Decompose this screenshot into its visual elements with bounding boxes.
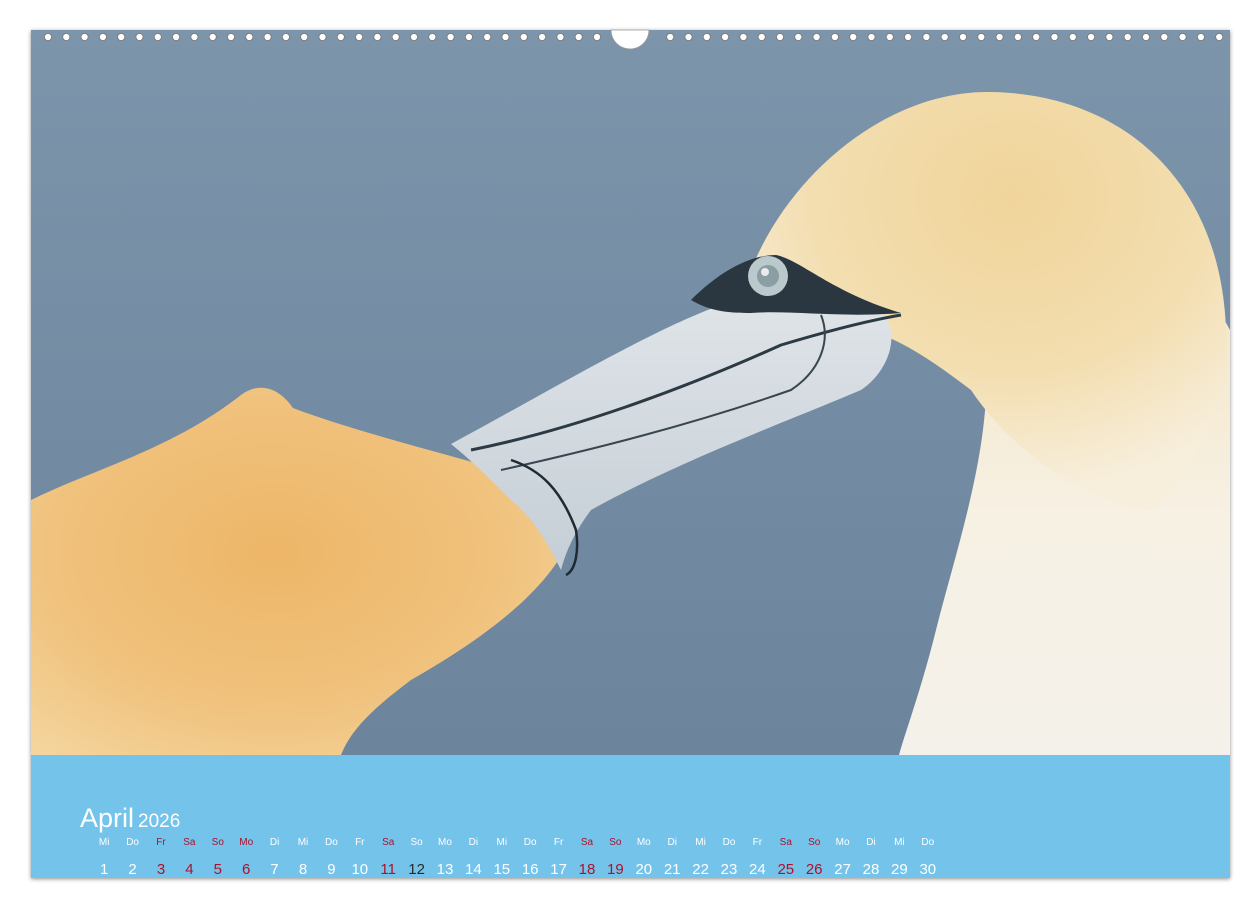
weekday-label: Di — [857, 837, 885, 849]
day-number: 23 — [715, 861, 743, 878]
weekday-label: Mo — [630, 837, 658, 849]
day-cell: Do 16 — [516, 837, 544, 878]
day-cell: Mi 15 — [488, 837, 516, 878]
weekday-label: Sa — [573, 837, 601, 849]
day-cell: Fr 24 — [743, 837, 771, 878]
day-cell: Mo 27 — [828, 837, 856, 878]
weekday-label: Di — [658, 837, 686, 849]
weekday-label: Fr — [544, 837, 572, 849]
day-number: 30 — [914, 861, 942, 878]
day-cell: Mi 22 — [686, 837, 714, 878]
day-number: 29 — [885, 861, 913, 878]
day-cell: So 19 — [601, 837, 629, 878]
day-cell: Di 14 — [459, 837, 487, 878]
calendar-page: April2026 Mi1Do2Fr3Sa4So5Mo6Di7Mi8Do9Fr1… — [0, 0, 1260, 908]
day-cell: Do 2 — [118, 837, 146, 878]
day-cell: Mo 6 — [232, 837, 260, 878]
weekday-label: So — [204, 837, 232, 849]
calendar-sheet: April2026 Mi1Do2Fr3Sa4So5Mo6Di7Mi8Do9Fr1… — [31, 30, 1230, 878]
day-cell: Fr 17 — [544, 837, 572, 878]
day-cell: Sa 25 — [772, 837, 800, 878]
weekday-label: Do — [516, 837, 544, 849]
weekday-label: Do — [914, 837, 942, 849]
day-number: 12 — [402, 861, 430, 878]
weekday-label: Mi — [289, 837, 317, 849]
day-cell: Mi 29 — [885, 837, 913, 878]
weekday-label: Mo — [431, 837, 459, 849]
weekday-label: Fr — [147, 837, 175, 849]
day-number: 13 — [431, 861, 459, 878]
day-number: 10 — [346, 861, 374, 878]
weekday-label: Do — [317, 837, 345, 849]
weekday-label: Sa — [374, 837, 402, 849]
day-number: 7 — [260, 861, 288, 878]
month-name: April — [80, 803, 134, 833]
day-number: 16 — [516, 861, 544, 878]
calendar-bar: April2026 Mi1Do2Fr3Sa4So5Mo6Di7Mi8Do9Fr1… — [31, 755, 1230, 878]
weekday-label: Fr — [743, 837, 771, 849]
weekday-label: Mi — [885, 837, 913, 849]
day-cell: So 5 — [204, 837, 232, 878]
day-number: 15 — [488, 861, 516, 878]
day-cell: Fr 3 — [147, 837, 175, 878]
day-cell: Sa 11 — [374, 837, 402, 878]
weekday-label: Do — [118, 837, 146, 849]
day-number: 20 — [630, 861, 658, 878]
day-cell: Di 7 — [260, 837, 288, 878]
day-cell: Sa 4 — [175, 837, 203, 878]
weekday-label: Di — [459, 837, 487, 849]
weekday-label: Sa — [175, 837, 203, 849]
day-number: 11 — [374, 861, 402, 878]
weekday-label: So — [800, 837, 828, 849]
weekday-label: So — [402, 837, 430, 849]
day-number: 28 — [857, 861, 885, 878]
day-number: 3 — [147, 861, 175, 878]
day-number: 18 — [573, 861, 601, 878]
day-cell: So 26 — [800, 837, 828, 878]
weekday-label: Mo — [232, 837, 260, 849]
day-number: 2 — [118, 861, 146, 878]
gannet-photo — [31, 30, 1230, 755]
weekday-label: Do — [715, 837, 743, 849]
day-number: 9 — [317, 861, 345, 878]
day-cell: Mo 20 — [630, 837, 658, 878]
day-number: 14 — [459, 861, 487, 878]
month-heading: April2026 — [80, 803, 180, 834]
weekday-label: Mo — [828, 837, 856, 849]
weekday-label: Mi — [488, 837, 516, 849]
year: 2026 — [138, 811, 180, 832]
day-number: 6 — [232, 861, 260, 878]
day-cell: So 12 — [402, 837, 430, 878]
weekday-label: So — [601, 837, 629, 849]
day-cell: Di 28 — [857, 837, 885, 878]
weekday-label: Mi — [686, 837, 714, 849]
day-number: 24 — [743, 861, 771, 878]
day-cell: Fr 10 — [346, 837, 374, 878]
day-cell: Do 9 — [317, 837, 345, 878]
day-cell: Di 21 — [658, 837, 686, 878]
day-number: 22 — [686, 861, 714, 878]
day-number: 19 — [601, 861, 629, 878]
day-number: 1 — [90, 861, 118, 878]
weekday-label: Fr — [346, 837, 374, 849]
day-number: 21 — [658, 861, 686, 878]
day-cell: Do 30 — [914, 837, 942, 878]
day-number: 25 — [772, 861, 800, 878]
day-cell: Do 23 — [715, 837, 743, 878]
day-number: 4 — [175, 861, 203, 878]
day-cell: Mi 1 — [90, 837, 118, 878]
day-number: 5 — [204, 861, 232, 878]
day-cell: Sa 18 — [573, 837, 601, 878]
weekday-label: Sa — [772, 837, 800, 849]
day-number: 26 — [800, 861, 828, 878]
day-number: 8 — [289, 861, 317, 878]
day-number: 17 — [544, 861, 572, 878]
weekday-label: Mi — [90, 837, 118, 849]
weekday-label: Di — [260, 837, 288, 849]
day-cell: Mo 13 — [431, 837, 459, 878]
day-number: 27 — [828, 861, 856, 878]
day-cell: Mi 8 — [289, 837, 317, 878]
